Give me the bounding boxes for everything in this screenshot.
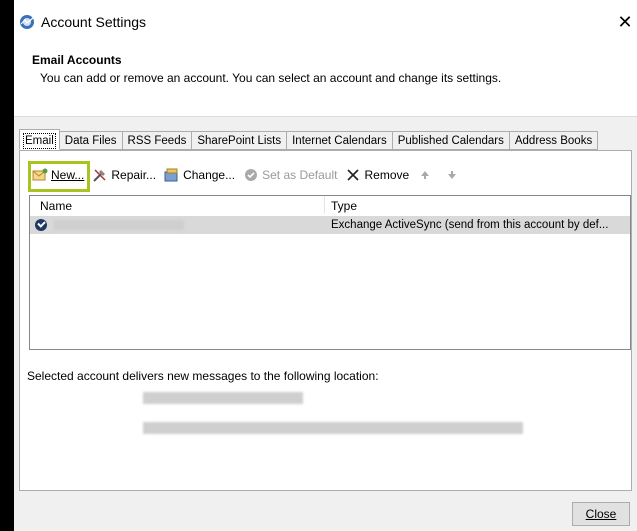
tab-published-calendars[interactable]: Published Calendars xyxy=(392,131,510,150)
change-account-icon xyxy=(164,167,180,183)
tab-email[interactable]: Email xyxy=(19,129,60,150)
highlight-box xyxy=(28,161,90,192)
tab-sharepoint-lists[interactable]: SharePoint Lists xyxy=(192,131,288,150)
header-section: Email Accounts You can add or remove an … xyxy=(14,44,637,117)
check-circle-icon xyxy=(243,167,259,183)
account-type: Exchange ActiveSync (send from this acco… xyxy=(331,219,609,231)
repair-tools-icon xyxy=(92,167,108,183)
close-button[interactable]: Close xyxy=(572,502,630,526)
remove-x-icon xyxy=(345,167,361,183)
set-as-default-button[interactable]: Set as Default xyxy=(243,167,337,183)
default-account-check-icon xyxy=(35,219,47,231)
change-button[interactable]: Change... xyxy=(164,167,235,183)
change-label: Change... xyxy=(183,168,236,182)
window-title: Account Settings xyxy=(41,14,147,30)
redacted-location-line-2 xyxy=(143,422,523,434)
tab-data-files[interactable]: Data Files xyxy=(59,131,123,150)
redacted-account-name xyxy=(54,220,184,230)
set-as-default-label: Set as Default xyxy=(262,168,338,182)
repair-button[interactable]: Repair... xyxy=(92,167,156,183)
toolbar: New... Repair... Change... Set as Defaul… xyxy=(28,161,471,192)
move-up-button[interactable] xyxy=(417,167,436,183)
outlook-icon xyxy=(20,15,34,29)
account-list[interactable]: Name Type Exchange ActiveSync (send from… xyxy=(29,195,631,350)
repair-label: Repair... xyxy=(111,168,157,182)
redacted-location-line-1 xyxy=(143,392,303,404)
tab-rss-feeds[interactable]: RSS Feeds xyxy=(122,131,193,150)
column-divider[interactable] xyxy=(324,196,325,214)
move-down-button[interactable] xyxy=(444,167,463,183)
column-header-type[interactable]: Type xyxy=(331,199,357,213)
column-header-name[interactable]: Name xyxy=(40,199,72,213)
arrow-up-icon xyxy=(417,167,433,183)
title-bar: Account Settings ✕ xyxy=(14,0,637,44)
email-tab-panel: New... Repair... Change... Set as Defaul… xyxy=(19,150,632,491)
tab-address-books[interactable]: Address Books xyxy=(509,131,599,150)
delivery-location-label: Selected account delivers new messages t… xyxy=(27,369,379,383)
section-title: Email Accounts xyxy=(32,53,122,67)
list-header: Name Type xyxy=(30,196,630,214)
arrow-down-icon xyxy=(444,167,460,183)
tab-strip: Email Data Files RSS Feeds SharePoint Li… xyxy=(19,129,599,151)
new-button[interactable]: New... xyxy=(28,161,90,192)
table-row[interactable]: Exchange ActiveSync (send from this acco… xyxy=(30,216,630,234)
tab-internet-calendars[interactable]: Internet Calendars xyxy=(287,131,393,150)
remove-button[interactable]: Remove xyxy=(345,167,409,183)
section-description: You can add or remove an account. You ca… xyxy=(40,71,502,85)
close-icon[interactable]: ✕ xyxy=(613,10,637,34)
remove-label: Remove xyxy=(364,168,410,182)
account-settings-window: Account Settings ✕ Email Accounts You ca… xyxy=(14,0,637,531)
